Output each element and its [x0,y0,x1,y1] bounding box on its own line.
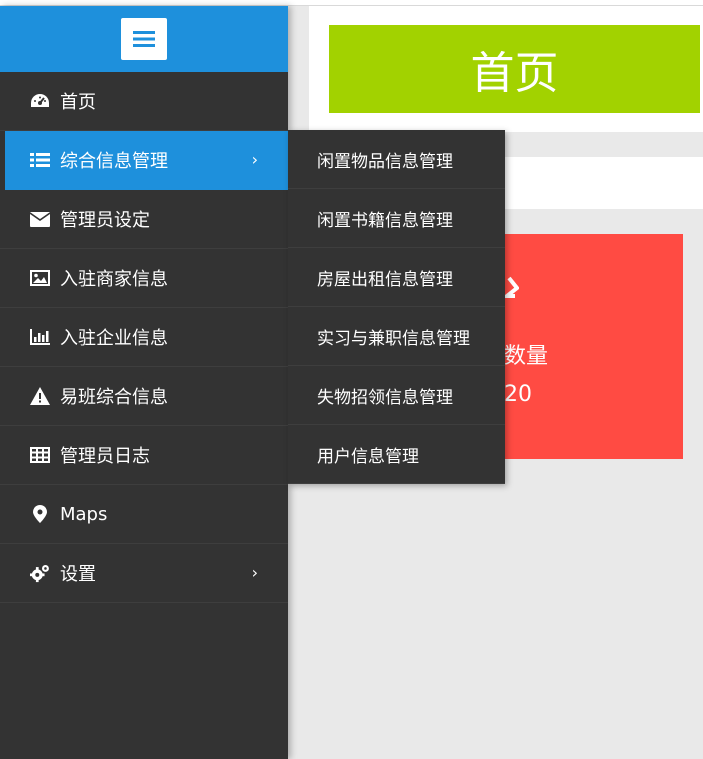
sidebar-item-label: 综合信息管理 [60,151,168,172]
map-marker-icon [30,504,50,524]
sidebar-item-label: 入驻商家信息 [60,269,168,290]
submenu-item-idle-books[interactable]: 闲置书籍信息管理 [288,189,505,248]
chevron-right-icon: › [251,150,258,169]
warning-icon [30,386,50,406]
dashboard-icon [30,91,50,111]
sidebar-item-label: 管理员日志 [60,446,150,467]
submenu-item-idle-goods[interactable]: 闲置物品信息管理 [288,130,505,189]
sidebar-item-home[interactable]: 首页 [0,72,288,131]
list-icon [30,150,50,170]
submenu-item-lost-found[interactable]: 失物招领信息管理 [288,366,505,425]
sidebar: 首页 综合信息管理 › 管理员设定 入驻商家信息 入驻企业信息 易班综合信息 管… [0,6,288,759]
page-title: 首页 [329,25,700,113]
sidebar-item-maps[interactable]: Maps [0,485,288,544]
bar-chart-icon [30,327,50,347]
sidebar-item-yiban[interactable]: 易班综合信息 [0,367,288,426]
submenu-item-internship-jobs[interactable]: 实习与兼职信息管理 [288,307,505,366]
sidebar-item-label: 首页 [60,92,96,113]
submenu-info-management: 闲置物品信息管理 闲置书籍信息管理 房屋出租信息管理 实习与兼职信息管理 失物招… [288,130,505,484]
chevron-right-icon: › [251,563,258,582]
sidebar-item-label: 设置 [60,564,96,585]
sidebar-item-admin-log[interactable]: 管理员日志 [0,426,288,485]
sidebar-item-info-management[interactable]: 综合信息管理 › [5,131,288,190]
image-icon [30,268,50,288]
sidebar-item-label: 入驻企业信息 [60,328,168,349]
sidebar-item-merchants[interactable]: 入驻商家信息 [0,249,288,308]
table-icon [30,445,50,465]
sidebar-item-label: Maps [60,503,108,525]
submenu-item-users[interactable]: 用户信息管理 [288,425,505,484]
stat-card-label: 数量 [504,344,549,369]
menu-toggle-button[interactable] [121,18,167,60]
sidebar-item-companies[interactable]: 入驻企业信息 [0,308,288,367]
gears-icon [30,563,50,583]
sidebar-item-admin-settings[interactable]: 管理员设定 [0,190,288,249]
hamburger-icon [133,31,155,47]
sidebar-item-settings[interactable]: 设置 › [0,544,288,603]
stat-card-icon [505,276,519,298]
envelope-icon [30,209,50,229]
stat-card-value: 20 [504,382,532,407]
sidebar-item-label: 易班综合信息 [60,387,168,408]
sidebar-header [0,6,288,72]
sidebar-item-label: 管理员设定 [60,210,150,231]
submenu-item-house-rental[interactable]: 房屋出租信息管理 [288,248,505,307]
